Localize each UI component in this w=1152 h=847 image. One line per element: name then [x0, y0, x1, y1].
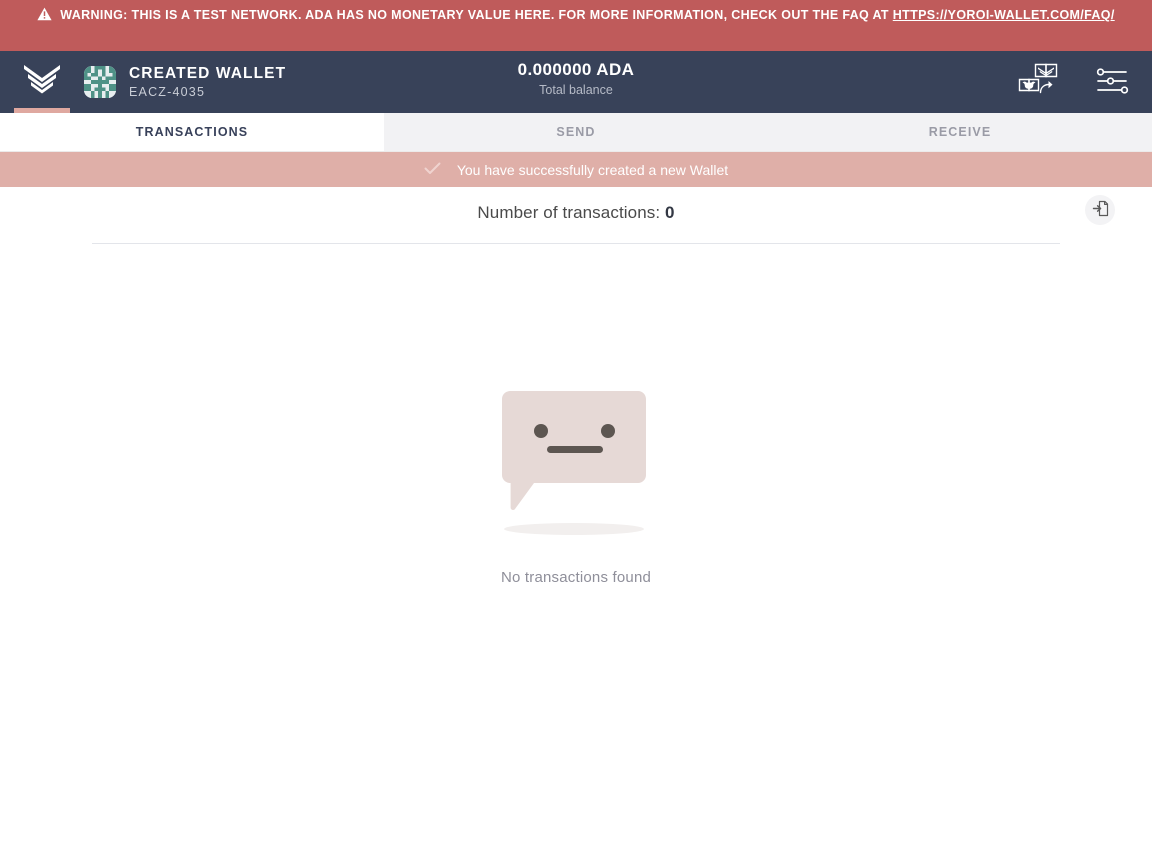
settings-button[interactable]: [1090, 60, 1134, 104]
transactions-count-value: 0: [665, 203, 675, 222]
switch-wallet-button[interactable]: [1016, 60, 1060, 104]
transactions-summary-row: Number of transactions: 0: [0, 187, 1152, 244]
yoroi-logo-slot[interactable]: [0, 51, 84, 113]
check-icon: [424, 162, 441, 178]
header-actions: [1016, 60, 1134, 104]
tab-receive[interactable]: RECEIVE: [768, 113, 1152, 151]
tab-send[interactable]: SEND: [384, 113, 768, 151]
notification-message: You have successfully created a new Wall…: [456, 161, 729, 178]
active-nav-indicator: [14, 108, 70, 113]
wallet-tabs: TRANSACTIONS SEND RECEIVE: [0, 113, 1152, 152]
testnet-warning-text: WARNING: THIS IS A TEST NETWORK. ADA HAS…: [60, 8, 893, 22]
export-file-icon: [1092, 200, 1109, 220]
wallet-name: CREATED WALLET: [129, 65, 287, 82]
warning-triangle-icon: [37, 7, 52, 28]
success-notification: You have successfully created a new Wall…: [0, 152, 1152, 187]
wallet-identity[interactable]: CREATED WALLET EACZ-4035: [84, 65, 286, 99]
testnet-warning-banner: WARNING: THIS IS A TEST NETWORK. ADA HAS…: [0, 0, 1152, 51]
empty-state-message: No transactions found: [500, 569, 652, 586]
export-transactions-button[interactable]: [1085, 195, 1115, 225]
settings-sliders-icon: [1095, 67, 1129, 98]
tab-transactions[interactable]: TRANSACTIONS: [0, 113, 384, 151]
section-divider: [92, 243, 1060, 244]
neutral-face-speech-bubble-icon: [486, 383, 666, 543]
faq-link[interactable]: HTTPS://YOROI-WALLET.COM/FAQ/: [893, 8, 1115, 22]
transactions-count-label: Number of transactions: 0: [0, 203, 1152, 223]
yoroi-chevron-logo-icon: [22, 63, 62, 102]
wallet-plate-id: EACZ-4035: [129, 85, 206, 99]
transactions-count-text: Number of transactions:: [477, 203, 661, 222]
switch-wallet-icon: [1018, 62, 1058, 103]
empty-transactions-state: No transactions found: [0, 383, 1152, 586]
wallet-top-bar: CREATED WALLET EACZ-4035 0.000000 ADA To…: [0, 51, 1152, 113]
transactions-page: Number of transactions: 0 No transaction…: [0, 187, 1152, 847]
wallet-identicon-avatar: [84, 66, 116, 98]
